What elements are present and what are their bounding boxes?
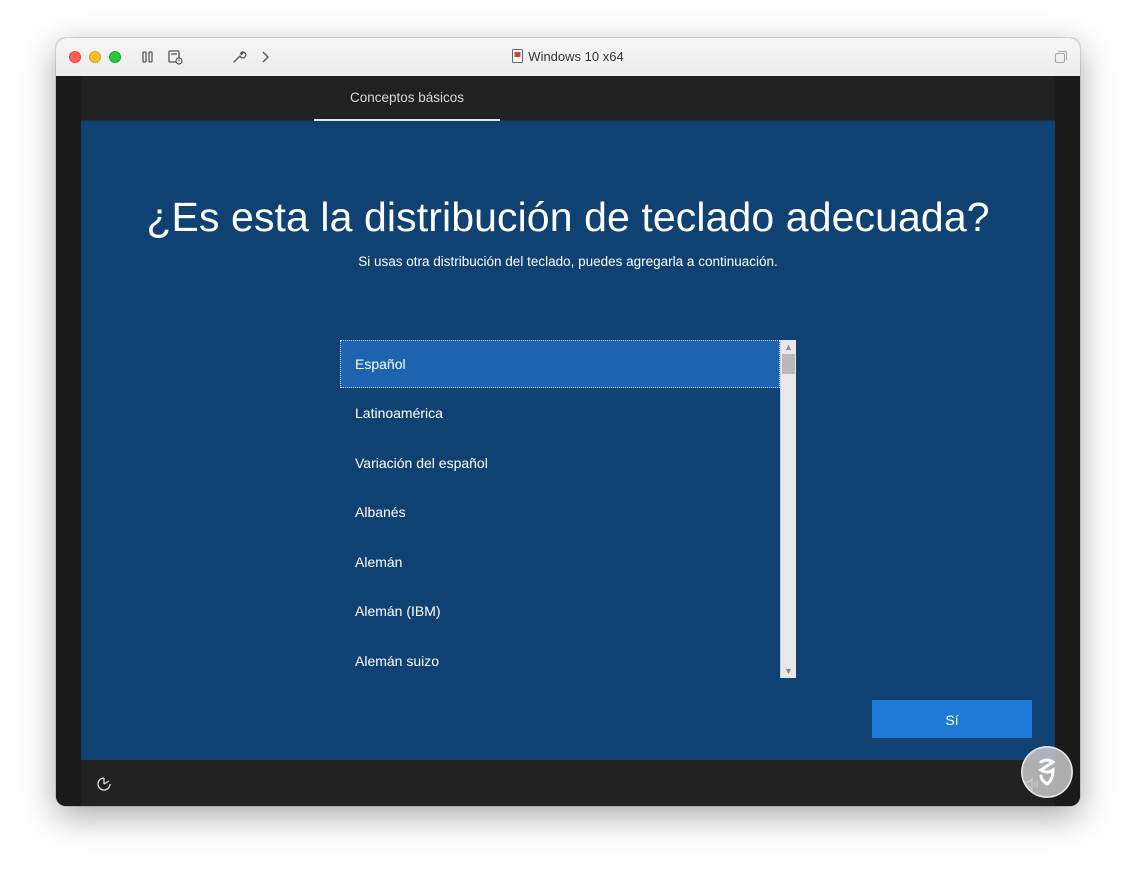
windows-setup-screen: Conceptos básicos ¿Es esta la distribuci… bbox=[81, 76, 1055, 806]
tab-active-indicator bbox=[314, 119, 500, 121]
list-item[interactable]: Albanés bbox=[340, 488, 780, 536]
watermark-logo bbox=[1021, 746, 1073, 798]
tab-conceptos-basicos[interactable]: Conceptos básicos bbox=[314, 76, 500, 121]
list-scrollbar[interactable]: ▲ ▼ bbox=[780, 340, 796, 678]
window-title: Windows 10 x64 bbox=[528, 49, 624, 64]
window-title-area: Windows 10 x64 bbox=[56, 49, 1080, 66]
list-item[interactable]: Latinoamérica bbox=[340, 389, 780, 437]
scroll-up-icon[interactable]: ▲ bbox=[781, 340, 796, 354]
list-item[interactable]: Alemán bbox=[340, 538, 780, 586]
window-titlebar: Windows 10 x64 bbox=[56, 38, 1080, 77]
list-item[interactable]: Español bbox=[340, 340, 780, 388]
resize-icon[interactable] bbox=[1054, 50, 1068, 64]
list-item[interactable]: Alemán (IBM) bbox=[340, 587, 780, 635]
page-title: ¿Es esta la distribución de teclado adec… bbox=[146, 194, 990, 240]
scrollbar-thumb[interactable] bbox=[782, 354, 795, 374]
tab-label: Conceptos básicos bbox=[349, 90, 465, 105]
scroll-down-icon[interactable]: ▼ bbox=[781, 664, 796, 678]
list-item[interactable]: Alemán suizo bbox=[340, 637, 780, 685]
setup-bottom-bar bbox=[81, 760, 1055, 806]
vm-document-icon bbox=[512, 49, 524, 66]
vm-screen: Conceptos básicos ¿Es esta la distribuci… bbox=[56, 76, 1080, 806]
setup-top-bar: Conceptos básicos bbox=[81, 76, 1055, 121]
accessibility-icon[interactable] bbox=[95, 775, 113, 793]
keyboard-layout-list[interactable]: Español Latinoamérica Variación del espa… bbox=[340, 340, 796, 678]
yes-button[interactable]: Sí bbox=[872, 700, 1032, 738]
page-subtitle: Si usas otra distribución del teclado, p… bbox=[358, 254, 778, 269]
list-item[interactable]: Variación del español bbox=[340, 439, 780, 487]
vm-window: Windows 10 x64 Conceptos básicos ¿Es est… bbox=[56, 38, 1080, 806]
